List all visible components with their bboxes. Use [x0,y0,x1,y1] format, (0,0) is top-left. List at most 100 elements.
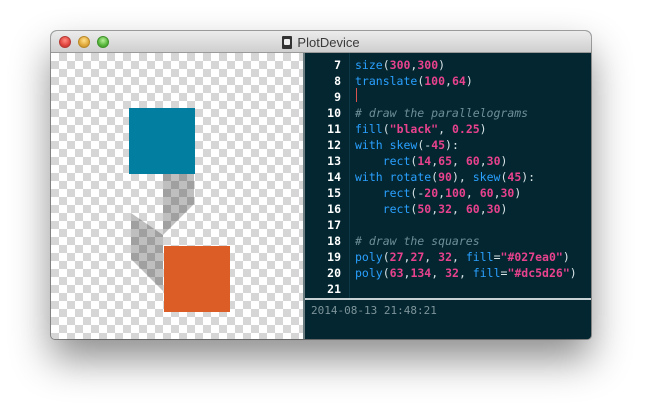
code-line[interactable]: 20 poly(63,134, 32, fill="#dc5d26") [305,265,591,281]
code-line[interactable]: 18 # draw the squares [305,233,591,249]
code-text: rect(14,65, 60,30) [355,153,508,169]
code-token: 45 [507,170,522,184]
console-timestamp: 2014-08-13 21:48:21 [311,304,437,317]
code-token: = [493,250,501,264]
line-number: 17 [327,218,341,232]
code-token: 64 [451,74,466,88]
code-token: ) [438,58,446,72]
window-title: PlotDevice [297,34,360,50]
code-token: rect [382,186,411,200]
line-number: 14 [327,170,341,184]
code-token: skew [389,138,418,152]
blue-square [129,108,195,174]
app-window: PlotDevice 7 size(300,300) 8 translate(100,… [51,31,591,339]
code-token: with [355,170,390,184]
code-text: translate(100,64) [355,73,473,89]
title-bar[interactable]: PlotDevice [51,31,591,53]
line-number: 12 [327,138,341,152]
code-text: # draw the squares [355,233,480,249]
line-number: 19 [327,250,341,264]
line-number: 16 [327,202,341,216]
code-token: ) [562,250,570,264]
code-token: ) [500,202,508,216]
code-line[interactable]: 14 with rotate(90), skew(45): [305,169,591,185]
code-token: ), [451,170,473,184]
code-token: 30 [486,202,501,216]
code-token: ( [382,250,390,264]
orange-square [164,246,230,312]
code-line[interactable]: 17 [305,217,591,233]
code-text: with rotate(90), skew(45): [355,169,535,185]
code-token: , [493,186,501,200]
code-token: 32 [438,250,453,264]
code-token: poly [355,250,383,264]
code-line[interactable]: 10 # draw the parallelograms [305,105,591,121]
code-token: fill [465,250,494,264]
code-token: fill [355,122,383,136]
code-token: ) [479,122,487,136]
code-token: 0.25 [451,122,480,136]
code-line[interactable]: 13 rect(14,65, 60,30) [305,153,591,169]
code-line[interactable]: 7 size(300,300) [305,57,591,73]
code-token: ) [514,186,522,200]
code-token: 134 [410,266,432,280]
code-token: 60 [465,154,480,168]
code-token: ): [521,170,536,184]
code-token: 63 [389,266,404,280]
code-token: 14 [417,154,432,168]
code-line[interactable]: 21 [305,281,591,297]
code-line[interactable]: 15 rect(-20,100, 60,30) [305,185,591,201]
code-text: rect(-20,100, 60,30) [355,185,522,201]
parallelogram-left [131,213,163,291]
code-token: ): [445,138,459,152]
code-token: size [355,58,383,72]
line-number: 9 [334,90,341,104]
code-token: rotate [389,170,432,184]
code-line[interactable]: 9 [305,89,591,105]
code-token: , [431,266,446,280]
code-token: ( [382,266,390,280]
code-text: fill("black", 0.25) [355,121,487,137]
code-token: , [465,186,480,200]
code-token: skew [472,170,501,184]
code-token: 27 [410,250,425,264]
code-token: 30 [500,186,515,200]
text-cursor [356,88,357,102]
code-token: , [458,266,473,280]
code-token: 100 [445,186,466,200]
line-number: 15 [327,186,341,200]
code-token: 50 [417,202,432,216]
code-text: poly(63,134, 32, fill="#dc5d26") [355,265,577,281]
code-token: ) [569,266,577,280]
code-token: "#027ea0" [500,250,563,264]
code-editor[interactable]: 7 size(300,300) 8 translate(100,64) 9 10 # dra… [305,53,591,298]
code-token: ( [382,122,390,136]
code-text: rect(50,32, 60,30) [355,201,508,217]
code-token: 300 [389,58,411,72]
code-token: rect [382,202,411,216]
code-line[interactable]: 19 poly(27,27, 32, fill="#027ea0") [305,249,591,265]
code-token: , [438,122,452,136]
code-line[interactable]: 12 with skew(-45): [305,137,591,153]
code-token: translate [355,74,418,88]
code-text: poly(27,27, 32, fill="#027ea0") [355,249,570,265]
code-token: 32 [438,202,452,216]
code-line[interactable]: 8 translate(100,64) [305,73,591,89]
code-line[interactable]: 11 fill("black", 0.25) [305,121,591,137]
code-token: 27 [389,250,404,264]
document-icon [282,35,293,49]
line-number: 11 [327,122,341,136]
line-number: 10 [327,106,341,120]
code-token: 300 [417,58,439,72]
code-token: , [452,250,466,264]
code-text: # draw the parallelograms [355,105,528,121]
code-token: 45 [431,138,446,152]
code-token: poly [355,266,383,280]
code-token: with [355,138,390,152]
code-token: "#dc5d26" [507,266,570,280]
code-line[interactable]: 16 rect(50,32, 60,30) [305,201,591,217]
graphics-canvas[interactable] [51,53,303,339]
code-token: , [424,250,439,264]
